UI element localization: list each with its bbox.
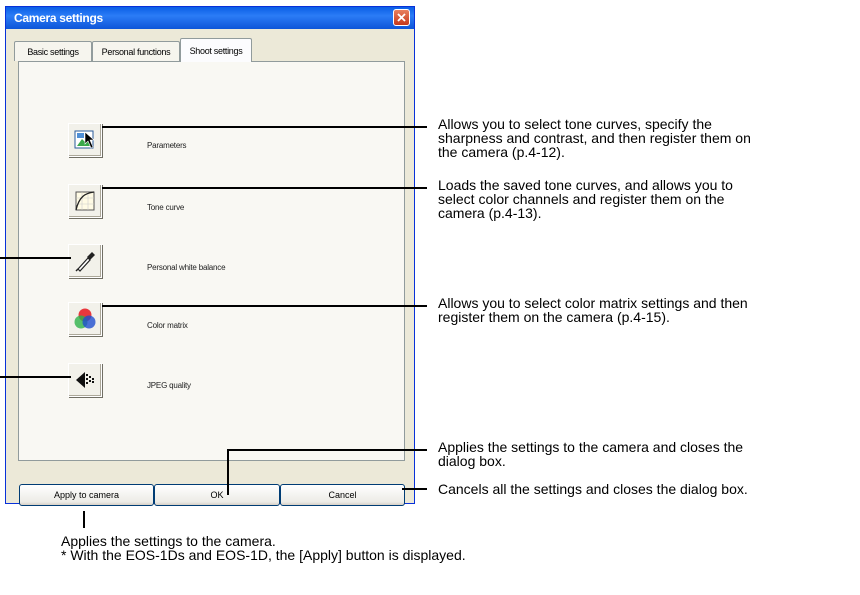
jpeg-quality-label: JPEG quality [147,381,191,390]
annotation-line: the camera (p.4-12). [438,144,565,160]
color-matrix-annotation: Allows you to select color matrix settin… [438,296,748,324]
parameters-annotation: Allows you to select tone curves, specif… [438,117,751,159]
annotation-line: dialog box. [438,453,506,469]
annotation-line: Cancels all the settings and closes the … [438,481,748,497]
color-matrix-icon [74,308,96,329]
apply-annotation: Applies the settings to the camera. * Wi… [61,534,466,562]
personal-white-balance-label: Personal white balance [147,263,226,272]
parameters-button[interactable] [68,123,102,157]
close-icon [397,13,406,22]
annotation-line: camera (p.4-13). [438,205,542,221]
close-button[interactable] [393,9,410,26]
annotation-line: register them on the camera (p.4-15). [438,309,670,325]
tab-label: Personal functions [101,46,171,57]
tab-label: Shoot settings [189,45,243,56]
color-matrix-label: Color matrix [147,321,188,330]
tab-label: Basic settings [27,46,79,57]
tone-curve-icon [75,191,95,211]
callout-line-cancel [402,488,427,490]
tab-shoot-settings[interactable]: Shoot settings [180,38,252,62]
callout-line-color-matrix [102,305,427,307]
annotation-line: Allows you to select color matrix settin… [438,295,748,311]
parameters-label: Parameters [147,141,187,150]
annotation-line: Allows you to select tone curves, specif… [438,116,712,132]
tone-curve-label: Tone curve [147,203,185,212]
color-matrix-button[interactable] [68,302,102,336]
callout-line-parameters [102,126,427,128]
ok-annotation: Applies the settings to the camera and c… [438,440,743,468]
tone-curve-button[interactable] [68,184,102,218]
apply-to-camera-button[interactable]: Apply to camera [19,484,154,506]
annotation-line: Applies the settings to the camera. [61,533,276,549]
camera-settings-dialog: Camera settings Basic settings Personal … [5,6,415,506]
annotation-line: * With the EOS-1Ds and EOS-1D, the [Appl… [61,547,466,563]
jpeg-quality-icon [76,372,94,388]
parameters-icon [74,130,95,149]
personal-white-balance-button[interactable] [68,244,102,278]
callout-line-white-balance [0,257,71,259]
annotation-line: Loads the saved tone curves, and allows … [438,177,733,193]
callout-line-apply [83,511,85,528]
callout-line-tone-curve [102,187,427,189]
annotation-line: select color channels and register them … [438,191,725,207]
callout-line-ok-vertical [227,449,229,495]
jpeg-quality-button[interactable] [68,363,102,397]
annotation-line: sharpness and contrast, and then registe… [438,130,751,146]
callout-line-jpeg-quality [0,376,71,378]
tone-curve-annotation: Loads the saved tone curves, and allows … [438,178,733,220]
annotation-line: Applies the settings to the camera and c… [438,439,744,455]
eyedropper-icon [75,252,95,272]
tab-basic-settings[interactable]: Basic settings [14,41,92,61]
tab-personal-functions[interactable]: Personal functions [92,41,180,61]
cancel-button[interactable]: Cancel [280,484,405,506]
callout-line-ok [227,449,427,451]
window-title: Camera settings [14,11,103,25]
title-bar[interactable]: Camera settings [6,7,414,29]
cancel-annotation: Cancels all the settings and closes the … [438,482,748,496]
ok-button[interactable]: OK [154,484,280,506]
